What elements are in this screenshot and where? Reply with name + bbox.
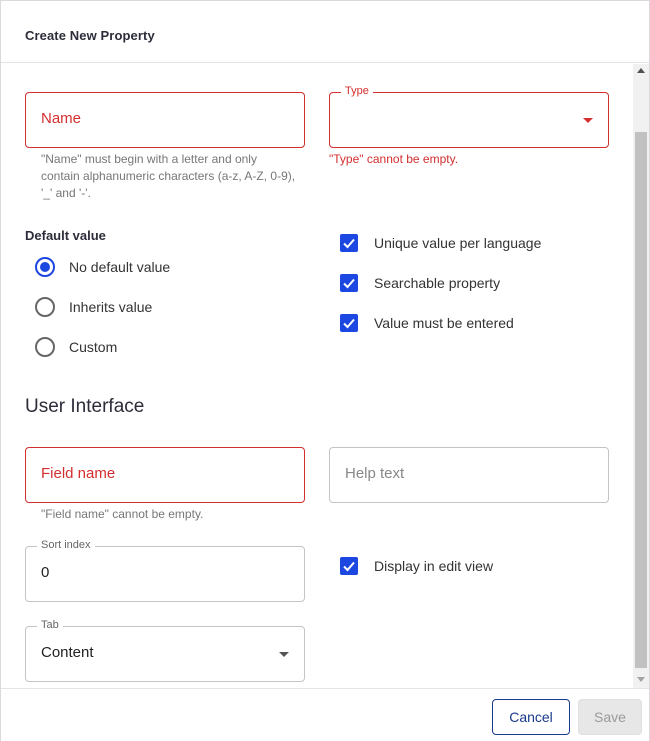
name-helper-text: "Name" must begin with a letter and only… (41, 152, 296, 200)
checkbox-label: Display in edit view (374, 558, 494, 574)
radio-inherits-value[interactable]: Inherits value (35, 297, 295, 319)
cancel-button[interactable]: Cancel (492, 699, 570, 735)
checkbox-checked-icon[interactable] (340, 234, 358, 252)
radio-button[interactable] (35, 337, 55, 357)
tab-select-value: Content (41, 644, 94, 661)
sort-index-legend: Sort index (37, 539, 95, 551)
help-text-placeholder: Help text (345, 465, 405, 482)
user-interface-heading: User Interface (25, 396, 145, 417)
vertical-scrollbar[interactable] (633, 64, 649, 688)
radio-no-default-value[interactable]: No default value (35, 257, 295, 279)
sort-index-input[interactable]: Sort index 0 (25, 539, 305, 602)
scroll-up-arrow-icon[interactable] (637, 68, 645, 73)
tab-select-legend: Tab (37, 619, 63, 631)
save-button[interactable]: Save (578, 699, 642, 735)
sort-index-value: 0 (41, 564, 50, 581)
create-property-dialog: Create New Property Name "Name" must beg… (0, 0, 650, 741)
checkbox-label: Searchable property (374, 275, 501, 291)
help-text-input[interactable]: Help text (329, 447, 609, 503)
default-value-label: Default value (25, 228, 106, 243)
radio-label: Custom (69, 339, 118, 355)
checkbox-unique-value-per-language[interactable]: Unique value per language (340, 234, 610, 256)
scroll-down-arrow-icon[interactable] (637, 677, 645, 682)
type-select-legend: Type (341, 85, 373, 97)
dialog-footer: Cancel Save (1, 688, 649, 741)
dialog-header: Create New Property (1, 1, 649, 63)
chevron-down-icon (583, 118, 593, 123)
field-name-helper-text: "Field name" cannot be empty. (41, 507, 204, 521)
checkbox-display-in-edit-view[interactable]: Display in edit view (340, 557, 610, 579)
scrollbar-thumb[interactable] (635, 132, 647, 668)
radio-label: No default value (69, 259, 171, 275)
field-name-placeholder: Field name (41, 465, 116, 482)
checkbox-searchable-property[interactable]: Searchable property (340, 274, 610, 296)
radio-custom[interactable]: Custom (35, 337, 295, 359)
checkbox-label: Value must be entered (374, 315, 514, 331)
radio-button-checked[interactable] (35, 257, 55, 277)
name-input-placeholder: Name (41, 110, 82, 127)
dialog-content: Name "Name" must begin with a letter and… (1, 64, 633, 688)
radio-label: Inherits value (69, 299, 153, 315)
tab-select[interactable]: Tab Content (25, 619, 305, 682)
chevron-down-icon (279, 652, 289, 657)
checkbox-checked-icon[interactable] (340, 557, 358, 575)
checkbox-label: Unique value per language (374, 235, 542, 251)
type-error-text: "Type" cannot be empty. (329, 152, 459, 166)
type-select[interactable]: Type (329, 85, 609, 148)
field-name-input[interactable]: Field name (25, 447, 305, 503)
checkbox-checked-icon[interactable] (340, 314, 358, 332)
checkbox-checked-icon[interactable] (340, 274, 358, 292)
radio-button[interactable] (35, 297, 55, 317)
checkbox-value-must-be-entered[interactable]: Value must be entered (340, 314, 610, 336)
dialog-title: Create New Property (25, 28, 155, 43)
name-input[interactable]: Name (25, 92, 305, 148)
